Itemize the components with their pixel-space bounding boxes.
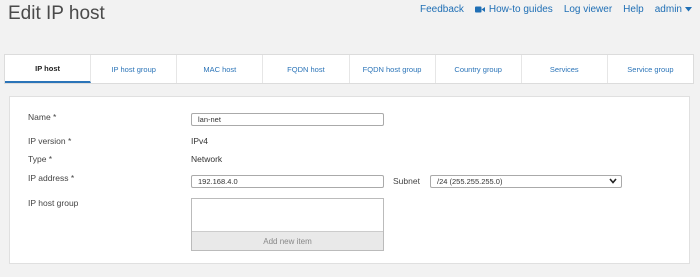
how-to-guides-label: How-to guides xyxy=(488,4,553,15)
subnet-selected-value: /24 (255.255.255.0) xyxy=(437,177,503,186)
type-value: Network xyxy=(191,154,223,164)
ip-host-group-list[interactable]: Add new item xyxy=(191,198,384,251)
name-label: Name * xyxy=(28,112,57,122)
ip-version-value: IPv4 xyxy=(191,136,209,146)
how-to-guides-link[interactable]: How-to guides xyxy=(474,4,553,15)
subnet-select[interactable]: /24 (255.255.255.0) xyxy=(430,175,622,188)
tab-fqdn-host-group[interactable]: FQDN host group xyxy=(350,55,436,83)
type-label: Type * xyxy=(28,154,53,164)
tab-fqdn-host[interactable]: FQDN host xyxy=(263,55,350,83)
caret-down-icon xyxy=(685,7,692,12)
tab-ip-host[interactable]: IP host xyxy=(5,55,92,83)
tab-ip-host-group[interactable]: IP host group xyxy=(91,55,178,83)
feedback-link[interactable]: Feedback xyxy=(420,4,464,15)
top-navigation: Feedback How-to guides Log viewer Help a… xyxy=(420,4,692,15)
user-menu[interactable]: admin xyxy=(655,4,692,15)
log-viewer-link[interactable]: Log viewer xyxy=(564,4,612,15)
add-new-item-button[interactable]: Add new item xyxy=(192,231,383,250)
page-title: Edit IP host xyxy=(8,3,105,24)
tab-country-group[interactable]: Country group xyxy=(436,55,522,83)
ip-version-label: IP version * xyxy=(28,136,72,146)
tab-service-group[interactable]: Service group xyxy=(608,55,693,83)
video-camera-icon xyxy=(474,6,485,13)
help-link[interactable]: Help xyxy=(623,4,644,15)
tab-mac-host[interactable]: MAC host xyxy=(177,55,264,83)
subnet-label: Subnet xyxy=(393,176,420,186)
chevron-down-icon xyxy=(609,178,617,184)
name-input[interactable]: lan-net xyxy=(191,113,384,126)
ip-address-input[interactable]: 192.168.4.0 xyxy=(191,175,384,188)
ip-host-group-label: IP host group xyxy=(28,198,79,208)
tab-services[interactable]: Services xyxy=(522,55,608,83)
ip-address-label: IP address * xyxy=(28,173,75,183)
ip-host-form: Name * lan-net IP version * IPv4 Type * … xyxy=(9,96,690,264)
user-name: admin xyxy=(654,4,682,15)
object-tabs: IP host IP host group MAC host FQDN host… xyxy=(4,54,694,84)
